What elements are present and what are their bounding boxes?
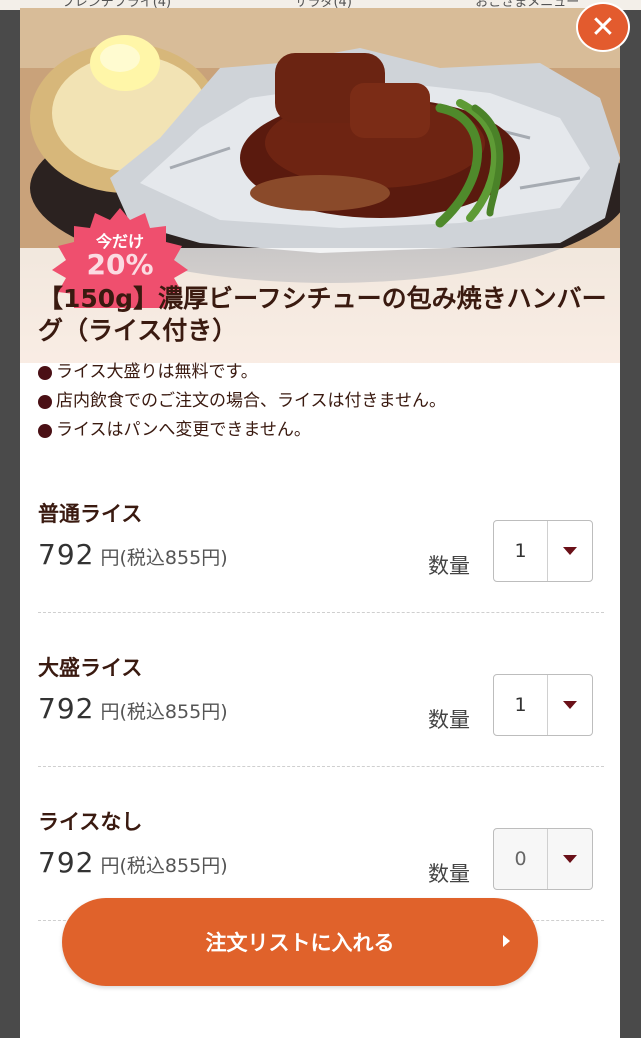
product-title: 【150g】濃厚ビーフシチューの包み焼きハンバーグ（ライス付き） [38, 284, 607, 345]
option-price: 792 円(税込855円) [38, 692, 228, 725]
price-unit: 円 [100, 855, 120, 877]
close-button[interactable]: ✕ [576, 2, 630, 52]
dropdown-arrow[interactable] [548, 675, 592, 735]
price-tax: (税込855円) [119, 855, 228, 877]
option-name: ライスなし [38, 810, 143, 834]
add-to-order-list-button[interactable]: 注文リストに入れる [62, 898, 538, 986]
price-value: 792 [38, 538, 95, 571]
quantity-label: 数量 [428, 708, 470, 732]
bullet-dot-icon [38, 423, 52, 438]
option-price: 792 円(税込855円) [38, 846, 228, 879]
price-value: 792 [38, 846, 95, 879]
option-divider [38, 612, 604, 613]
note-text: 店内飲食でのご注文の場合、ライスは付きません。 [56, 391, 446, 411]
bullet-dot-icon [38, 365, 52, 380]
option-divider [38, 766, 604, 767]
bullet-dot-icon [38, 394, 52, 409]
option-large-rice: 大盛ライス 792 円(税込855円) 数量 1 [38, 652, 604, 792]
note-item: ライス大盛りは無料です。 [38, 358, 608, 387]
product-notes: ライス大盛りは無料です。 店内飲食でのご注文の場合、ライスは付きません。 ライス… [38, 358, 608, 445]
price-unit: 円 [100, 701, 120, 723]
note-text: ライスはパンへ変更できません。 [56, 420, 311, 440]
option-name: 大盛ライス [38, 656, 143, 680]
caret-down-icon [563, 701, 577, 709]
cta-label: 注文リストに入れる [205, 931, 395, 955]
price-tax: (税込855円) [119, 547, 228, 569]
quantity-value: 1 [494, 675, 548, 735]
quantity-value: 1 [494, 521, 548, 581]
dropdown-arrow[interactable] [548, 521, 592, 581]
quantity-label: 数量 [428, 554, 470, 578]
quantity-select[interactable]: 1 [493, 520, 593, 582]
caret-down-icon [563, 855, 577, 863]
option-regular-rice: 普通ライス 792 円(税込855円) 数量 1 [38, 498, 604, 638]
quantity-select[interactable]: 0 [493, 828, 593, 890]
dropdown-arrow[interactable] [548, 829, 592, 889]
quantity-select[interactable]: 1 [493, 674, 593, 736]
option-price: 792 円(税込855円) [38, 538, 228, 571]
price-unit: 円 [100, 547, 120, 569]
price-value: 792 [38, 692, 95, 725]
quantity-value: 0 [494, 829, 548, 889]
quantity-label: 数量 [428, 862, 470, 886]
caret-down-icon [563, 547, 577, 555]
close-icon: ✕ [590, 9, 616, 45]
price-tax: (税込855円) [119, 701, 228, 723]
badge-percent: 20% [86, 248, 154, 281]
note-item: 店内飲食でのご注文の場合、ライスは付きません。 [38, 387, 608, 416]
note-text: ライス大盛りは無料です。 [56, 362, 258, 382]
chevron-right-icon [503, 935, 510, 947]
product-modal: 今だけ 20% 【150g】濃厚ビーフシチューの包み焼きハンバーグ（ライス付き）… [20, 8, 620, 1038]
note-item: ライスはパンへ変更できません。 [38, 416, 608, 445]
option-name: 普通ライス [38, 502, 143, 526]
